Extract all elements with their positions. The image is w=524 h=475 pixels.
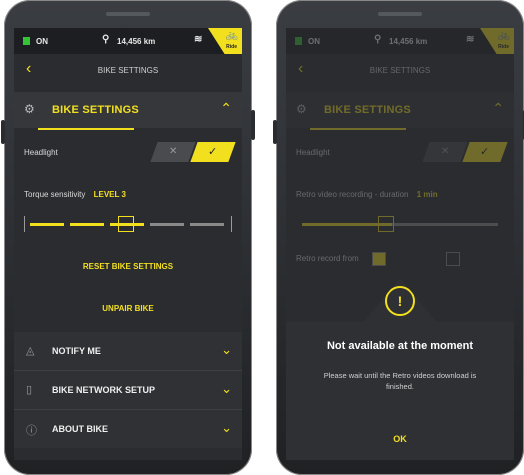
- bike-icon: 🚲: [497, 30, 510, 41]
- bike-settings-icon: ⚙: [296, 102, 307, 116]
- retro-duration-value: 1 min: [416, 190, 438, 199]
- headlight-row: Headlight ✕ ✓: [14, 142, 242, 170]
- retro-duration-row: Retro video recording - duration 1 min: [286, 188, 514, 202]
- slider-thumb: [378, 216, 394, 232]
- retro-duration-slider: [296, 214, 504, 234]
- chevron-down-icon: ⌄: [221, 381, 232, 396]
- headlight-off-option: ✕: [422, 142, 468, 162]
- info-icon: ⓘ: [26, 425, 37, 437]
- slider-segment-2: [70, 223, 104, 226]
- chevron-down-icon: ⌄: [221, 342, 232, 357]
- close-icon: ✕: [168, 146, 178, 157]
- menu-item-about-bike[interactable]: ⓘ ABOUT BIKE ⌄: [14, 410, 242, 448]
- headlight-label: Headlight: [24, 148, 58, 157]
- battery-indicator-icon: [23, 37, 30, 45]
- menu-item-notify-me[interactable]: ◬ NOTIFY ME ⌄: [14, 332, 242, 370]
- section-label: BIKE SETTINGS: [324, 104, 411, 116]
- slider-max-tick: [231, 216, 232, 232]
- bell-icon: ◬: [26, 345, 35, 357]
- volume-button: [273, 120, 277, 144]
- headlight-toggle[interactable]: ✕ ✓: [150, 142, 236, 162]
- menu-item-label: ABOUT BIKE: [52, 424, 108, 434]
- phone-frame-left: ON ⚲ 14,456 km ≋ 🚲 Ride ‹ BIKE SETTINGS …: [1, 0, 255, 475]
- status-bar: ON ⚲ 14,456 km ≋ 🚲 Ride: [286, 28, 514, 60]
- retro-record-label: Retro record from: [296, 254, 359, 263]
- page-title: BIKE SETTINGS: [369, 66, 431, 75]
- headlight-toggle: ✕ ✓: [422, 142, 508, 162]
- wifi-icon: ≋: [194, 34, 203, 45]
- chevron-down-icon: ⌄: [221, 420, 232, 435]
- retro-record-checkbox-2: [446, 252, 460, 266]
- dialog-message: Please wait until the Retro videos downl…: [323, 371, 477, 391]
- retro-record-checkbox-1: [372, 252, 386, 266]
- bike-icon: 🚲: [225, 30, 238, 41]
- battery-indicator-icon: [295, 37, 302, 45]
- section-label: BIKE SETTINGS: [52, 104, 139, 116]
- retro-record-row: Retro record from: [286, 252, 514, 266]
- location-pin-icon: ⚲: [102, 34, 110, 45]
- location-pin-icon: ⚲: [374, 34, 382, 45]
- slider-segment-4: [150, 223, 184, 226]
- section-underline: [310, 128, 406, 130]
- page-title: BIKE SETTINGS: [97, 66, 159, 75]
- power-status: ON: [36, 37, 48, 46]
- odometer: 14,456 km: [389, 37, 428, 46]
- bike-settings-section-header[interactable]: ⚙ BIKE SETTINGS ⌃: [14, 92, 242, 128]
- volume-button: [1, 120, 5, 144]
- bike-settings-screen: ON ⚲ 14,456 km ≋ 🚲 Ride ‹ BIKE SETTINGS …: [14, 28, 242, 460]
- reset-bike-settings-button[interactable]: RESET BIKE SETTINGS: [14, 262, 242, 271]
- menu-item-label: NOTIFY ME: [52, 346, 101, 356]
- wifi-icon: ≋: [466, 34, 475, 45]
- ok-button[interactable]: OK: [286, 434, 514, 444]
- device-icon: ▯: [26, 384, 33, 396]
- phone-frame-right: ON ⚲ 14,456 km ≋ 🚲 Ride ‹ BIKE SETTINGS …: [273, 0, 524, 475]
- headlight-row: Headlight ✕ ✓: [286, 142, 514, 170]
- dialog-title: Not available at the moment: [326, 340, 474, 352]
- slider-min-tick: [24, 216, 25, 232]
- nav-bar: ‹ BIKE SETTINGS: [286, 54, 514, 88]
- power-status: ON: [308, 37, 320, 46]
- torque-row: Torque sensitivity LEVEL 3: [14, 188, 242, 202]
- check-icon: ✓: [480, 146, 490, 158]
- nav-bar: ‹ BIKE SETTINGS: [14, 54, 242, 88]
- slider-thumb[interactable]: [118, 216, 134, 232]
- bike-settings-icon: ⚙: [24, 102, 35, 116]
- menu-item-bike-network-setup[interactable]: ▯ BIKE NETWORK SETUP ⌄: [14, 371, 242, 409]
- menu-item-label: BIKE NETWORK SETUP: [52, 385, 156, 395]
- torque-label: Torque sensitivity: [24, 190, 86, 199]
- odometer: 14,456 km: [117, 37, 156, 46]
- speaker-grille: [106, 12, 150, 16]
- chevron-up-icon: ⌃: [220, 100, 232, 116]
- check-icon: ✓: [208, 146, 218, 158]
- unavailable-screen: ON ⚲ 14,456 km ≋ 🚲 Ride ‹ BIKE SETTINGS …: [286, 28, 514, 460]
- section-underline: [38, 128, 134, 130]
- torque-slider[interactable]: [24, 214, 232, 234]
- slider-segment-1: [30, 223, 64, 226]
- ride-label: Ride: [498, 44, 509, 50]
- bike-settings-section-header: ⚙ BIKE SETTINGS ⌃: [286, 92, 514, 128]
- speaker-grille: [378, 12, 422, 16]
- headlight-on-option: ✓: [462, 142, 508, 162]
- torque-level: LEVEL 3: [93, 190, 126, 199]
- power-button: [251, 110, 255, 140]
- slider-track: [392, 223, 498, 226]
- headlight-label: Headlight: [296, 148, 330, 157]
- chevron-up-icon: ⌃: [492, 100, 504, 116]
- status-bar: ON ⚲ 14,456 km ≋ 🚲 Ride: [14, 28, 242, 60]
- close-icon: ✕: [440, 146, 450, 157]
- retro-duration-label: Retro video recording - duration: [296, 190, 409, 199]
- headlight-on-option[interactable]: ✓: [190, 142, 236, 162]
- ride-label: Ride: [226, 44, 237, 50]
- headlight-off-option[interactable]: ✕: [150, 142, 196, 162]
- unpair-bike-button[interactable]: UNPAIR BIKE: [14, 304, 242, 313]
- slider-segment-5: [190, 223, 224, 226]
